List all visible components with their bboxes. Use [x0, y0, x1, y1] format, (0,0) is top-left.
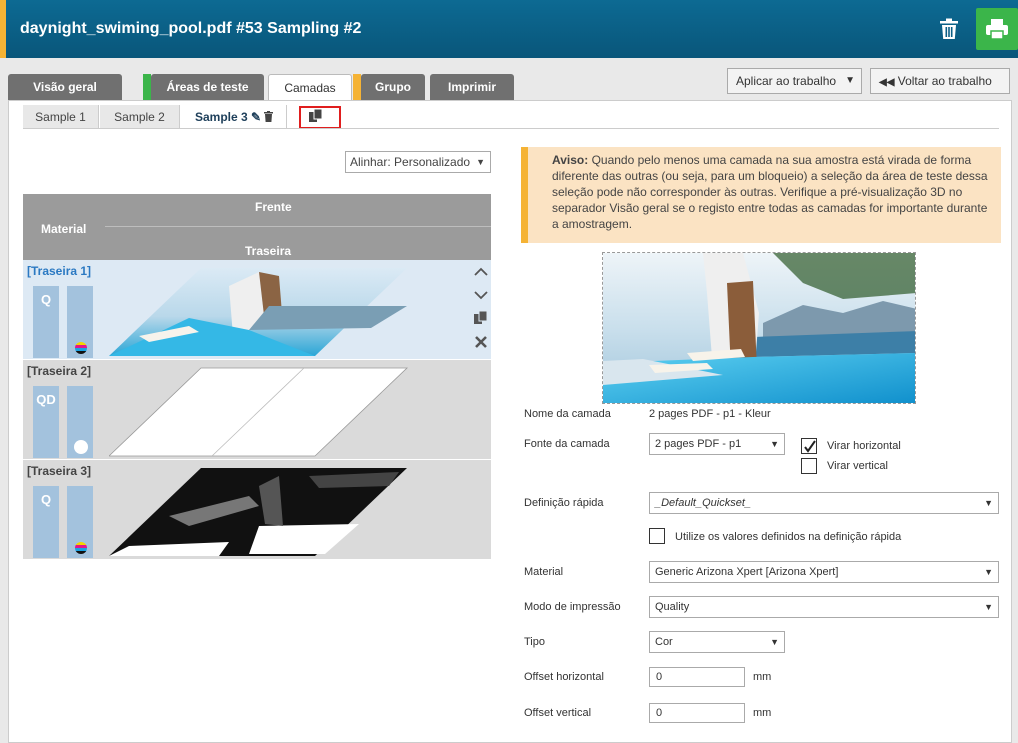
trash-icon [940, 18, 958, 39]
flip-horizontal-checkbox[interactable] [801, 438, 817, 454]
tab-sample-2[interactable]: Sample 2 [100, 105, 180, 129]
layer-thumbnail [109, 367, 408, 457]
warning-box: Aviso: Quando pelo menos uma camada na s… [521, 147, 1001, 243]
cmyk-icon [75, 542, 87, 554]
warning-title: Aviso: [552, 153, 589, 167]
back-to-job-button[interactable]: ◀◀ Voltar ao trabalho [870, 68, 1010, 94]
align-select[interactable]: Alinhar: Personalizado ▼ [345, 151, 491, 173]
layer-name-label: Nome da camada [524, 408, 611, 420]
print-button[interactable] [976, 8, 1018, 50]
dropdown-arrow-icon: ▼ [770, 637, 779, 647]
quickset-label: Definição rápida [524, 497, 604, 509]
trash-icon[interactable] [264, 111, 274, 122]
tab-bar: Visão geral Áreas de teste Camadas Grupo… [0, 58, 1018, 101]
main-panel: Sample 1 Sample 2 Sample 3 ✎ Alinhar: Pe… [8, 100, 1012, 743]
page-title: daynight_swiming_pool.pdf #53 Sampling #… [20, 20, 362, 37]
layer-thumbnail [109, 468, 407, 556]
tab-divider [23, 128, 999, 129]
layer-name: [Traseira 1] [27, 264, 92, 278]
flip-vertical-checkbox[interactable] [801, 458, 817, 474]
layer-name: [Traseira 3] [27, 464, 92, 478]
dropdown-arrow-icon: ▼ [984, 602, 993, 612]
layer-preview-image [602, 252, 916, 404]
print-mode-value: Quality [655, 601, 690, 613]
remove-layer-icon[interactable] [473, 334, 489, 350]
type-value: Cor [655, 636, 673, 648]
offset-vertical-unit: mm [753, 707, 772, 719]
offset-vertical-input[interactable]: 0 [649, 703, 745, 723]
tab-print[interactable]: Imprimir [430, 74, 514, 100]
layer-name: [Traseira 2] [27, 364, 92, 378]
dropdown-arrow-icon: ▼ [770, 439, 779, 449]
material-value: Generic Arizona Xpert [Arizona Xpert] [655, 566, 839, 578]
align-select-label: Alinhar: Personalizado [350, 155, 471, 169]
use-quickset-checkbox[interactable] [649, 528, 665, 544]
print-mode-badge: QD [33, 386, 59, 458]
dropdown-arrow-icon: ▼ [984, 567, 993, 577]
layer-source-select[interactable]: 2 pages PDF - p1 ▼ [649, 433, 785, 455]
highlight-frame [299, 106, 341, 129]
checkmark-icon [804, 440, 816, 453]
edit-icon[interactable]: ✎ [251, 110, 261, 124]
double-left-icon: ◀◀ [879, 77, 895, 88]
delete-button[interactable] [928, 8, 970, 50]
tab-overview[interactable]: Visão geral [8, 74, 122, 100]
flip-vertical-label: Virar vertical [827, 460, 888, 472]
header-material: Material [41, 222, 87, 236]
tab-stripe-orange [353, 74, 361, 100]
layer-row[interactable]: [Traseira 1] Q [23, 260, 491, 360]
cmyk-icon [75, 342, 87, 354]
move-up-icon[interactable] [473, 264, 489, 280]
layer-row[interactable]: [Traseira 2] QD [23, 360, 491, 460]
offset-horizontal-input[interactable]: 0 [649, 667, 745, 687]
layer-source-value: 2 pages PDF - p1 [655, 438, 742, 450]
apply-to-job-label: Aplicar ao trabalho [736, 74, 837, 88]
offset-horizontal-label: Offset horizontal [524, 671, 604, 683]
print-mode-badge: Q [33, 286, 59, 358]
offset-vertical-label: Offset vertical [524, 707, 592, 719]
layer-table-header: Material Frente Traseira [23, 194, 491, 260]
pool-preview-graphic [603, 253, 915, 403]
print-mode-select[interactable]: Quality ▼ [649, 596, 999, 618]
apply-to-job-select[interactable]: Aplicar ao trabalho ▼ [727, 68, 862, 94]
use-quickset-label: Utilize os valores definidos na definiçã… [675, 531, 902, 543]
print-mode-label: Modo de impressão [524, 601, 621, 613]
flip-horizontal-label: Virar horizontal [827, 440, 901, 452]
material-select[interactable]: Generic Arizona Xpert [Arizona Xpert] ▼ [649, 561, 999, 583]
warning-text: Quando pelo menos uma camada na sua amos… [552, 153, 988, 231]
header-divider [105, 226, 491, 227]
quickset-select[interactable]: _Default_Quickset_ ▼ [649, 492, 999, 514]
type-select[interactable]: Cor ▼ [649, 631, 785, 653]
move-down-icon[interactable] [473, 287, 489, 303]
offset-horizontal-unit: mm [753, 671, 772, 683]
layer-source-label: Fonte da camada [524, 438, 610, 450]
app-header: daynight_swiming_pool.pdf #53 Sampling #… [0, 0, 1018, 58]
dropdown-arrow-icon: ▼ [984, 498, 993, 508]
quickset-value: _Default_Quickset_ [655, 497, 751, 509]
tab-sample-3[interactable]: Sample 3 ✎ [181, 105, 287, 129]
print-mode-badge: Q [33, 486, 59, 558]
tab-sample-1[interactable]: Sample 1 [23, 105, 99, 129]
tab-group[interactable]: Grupo [361, 74, 425, 100]
type-label: Tipo [524, 636, 545, 648]
tab-test-areas[interactable]: Áreas de teste [151, 74, 264, 100]
header-back: Traseira [245, 244, 292, 258]
layer-row[interactable]: [Traseira 3] Q [23, 460, 491, 560]
layer-table: Material Frente Traseira [Traseira 1] Q [23, 194, 491, 560]
back-to-job-label: Voltar ao trabalho [897, 74, 992, 88]
duplicate-layer-icon[interactable] [473, 310, 489, 326]
tab-stripe-green [143, 74, 151, 100]
layer-name-value: 2 pages PDF - p1 - Kleur [649, 408, 771, 420]
dropdown-arrow-icon: ▼ [476, 157, 485, 167]
header-front: Frente [255, 200, 292, 214]
dropdown-arrow-icon: ▼ [845, 75, 855, 86]
material-label: Material [524, 566, 564, 578]
printer-icon [986, 19, 1008, 40]
layer-thumbnail [109, 268, 407, 356]
tab-layers[interactable]: Camadas [268, 74, 352, 101]
tab-sample-3-label: Sample 3 [195, 110, 248, 124]
white-ink-icon [74, 440, 88, 454]
